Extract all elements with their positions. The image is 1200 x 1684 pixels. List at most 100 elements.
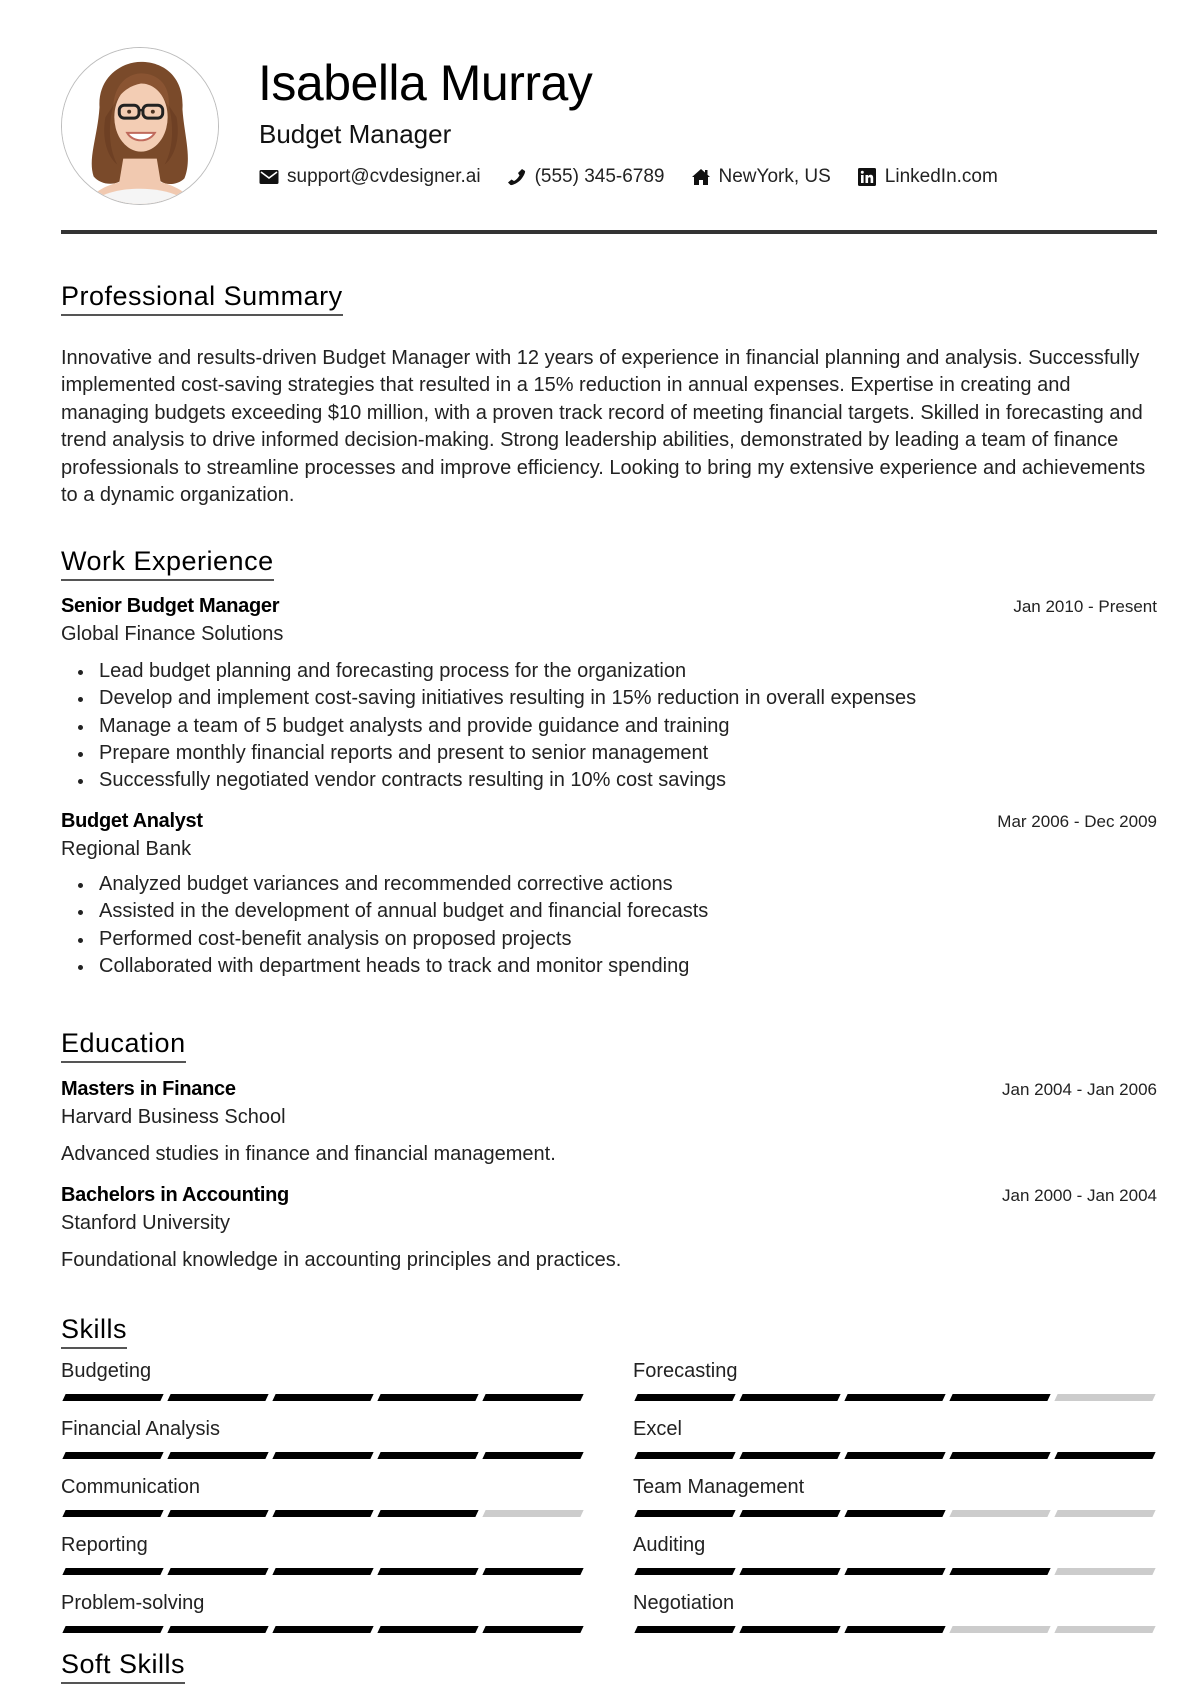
skill-name: Reporting [61,1533,148,1556]
skill-name: Communication [61,1475,200,1498]
skill-segment-filled [634,1451,736,1459]
skill-segment-filled [739,1625,841,1633]
contact-email-text: support@cvdesigner.ai [287,166,481,187]
contact-phone[interactable]: (555) 345-6789 [507,166,665,188]
skill-segment-empty [949,1625,1051,1633]
skill-item: Auditing [633,1535,1157,1593]
skill-segment-filled [272,1451,374,1459]
job-entry: Budget Analyst Mar 2006 - Dec 2009 Regio… [61,810,1157,981]
skill-segment-filled [272,1567,374,1575]
skill-name: Financial Analysis [61,1417,220,1440]
job-bullet: Assisted in the development of annual bu… [61,898,1157,925]
job-header: Senior Budget Manager Jan 2010 - Present [61,595,1157,618]
education-dates: Jan 2004 - Jan 2006 [1001,1079,1157,1099]
skill-segment-empty [1054,1509,1156,1517]
skill-level-bar [61,1393,585,1401]
skill-level-bar [61,1509,585,1517]
education-school: Harvard Business School [61,1105,286,1128]
job-header: Budget Analyst Mar 2006 - Dec 2009 [61,810,1157,833]
soft-skills-section: Soft Skills [61,1649,1157,1684]
skill-segment-filled [482,1451,584,1459]
skill-segment-filled [634,1393,736,1401]
skill-item: Team Management [633,1477,1157,1535]
experience-section: Work Experience Senior Budget Manager Ja… [61,546,1157,981]
summary-heading: Professional Summary [61,281,343,316]
education-degree: Masters in Finance [61,1077,236,1100]
skill-segment-filled [272,1625,374,1633]
skill-level-bar [633,1625,1157,1633]
job-bullet: Performed cost-benefit analysis on propo… [61,926,1157,953]
skill-segment-filled [844,1393,946,1401]
header-divider [61,230,1157,234]
skill-segment-filled [482,1567,584,1575]
skill-segment-filled [62,1509,164,1517]
skills-heading: Skills [61,1314,128,1349]
skill-segment-filled [167,1625,269,1633]
skills-section: Skills Budgeting Forecasting Financial Ana… [61,1314,1157,1651]
contact-phone-text: (555) 345-6789 [534,166,665,187]
job-bullet: Analyzed budget variances and recommende… [61,871,1157,898]
skill-segment-filled [62,1625,164,1633]
contact-linkedin[interactable]: LinkedIn.com [857,166,998,188]
education-entry: Masters in Finance Jan 2004 - Jan 2006 H… [61,1078,1157,1166]
skill-item: Problem-solving [61,1593,585,1651]
home-icon [691,168,711,186]
skill-segment-filled [377,1393,479,1401]
skill-name: Budgeting [61,1359,152,1382]
skill-segment-filled [62,1393,164,1401]
profile-photo-illustration [62,48,218,204]
envelope-icon [259,168,279,186]
skill-segment-filled [1054,1451,1156,1459]
soft-skills-heading: Soft Skills [61,1649,186,1684]
candidate-title: Budget Manager [259,119,452,149]
summary-section: Professional Summary Innovative and resu… [61,281,1157,510]
skill-name: Forecasting [633,1359,738,1382]
skill-segment-filled [377,1625,479,1633]
experience-heading: Work Experience [61,546,274,581]
job-dates: Mar 2006 - Dec 2009 [997,811,1157,831]
job-role: Budget Analyst [61,809,203,832]
skill-segment-filled [377,1509,479,1517]
skill-segment-filled [62,1451,164,1459]
skill-item: Communication [61,1477,585,1535]
contact-email[interactable]: support@cvdesigner.ai [259,166,481,188]
skill-name: Auditing [633,1533,706,1556]
skill-segment-filled [482,1393,584,1401]
skill-item: Reporting [61,1535,585,1593]
skill-level-bar [61,1451,585,1459]
education-description: Advanced studies in finance and financia… [61,1142,556,1165]
education-degree: Bachelors in Accounting [61,1183,289,1206]
education-heading: Education [61,1028,186,1063]
skill-item: Forecasting [633,1361,1157,1419]
skill-segment-filled [377,1567,479,1575]
skill-segment-filled [272,1509,374,1517]
skill-segment-filled [482,1625,584,1633]
job-bullet: Collaborated with department heads to tr… [61,953,1157,980]
skill-name: Negotiation [633,1591,735,1614]
skill-item: Excel [633,1419,1157,1477]
skills-grid: Budgeting Forecasting Financial Analysis Ex… [61,1361,1157,1651]
skill-segment-filled [844,1625,946,1633]
skill-segment-filled [167,1509,269,1517]
skill-segment-empty [1054,1393,1156,1401]
skill-segment-filled [844,1451,946,1459]
skill-segment-empty [1054,1567,1156,1575]
skill-segment-filled [739,1393,841,1401]
skill-level-bar [61,1625,585,1633]
education-section: Education Masters in Finance Jan 2004 - … [61,1028,1157,1272]
skill-level-bar [61,1567,585,1575]
education-entry: Bachelors in Accounting Jan 2000 - Jan 2… [61,1184,1157,1272]
skill-segment-filled [949,1393,1051,1401]
job-bullets: Lead budget planning and forecasting pro… [61,658,1157,795]
contact-location-text: NewYork, US [718,166,831,187]
job-bullet: Develop and implement cost-saving initia… [61,685,1157,712]
job-role: Senior Budget Manager [61,594,280,617]
skill-name: Excel [633,1417,682,1440]
skill-segment-filled [634,1625,736,1633]
skill-segment-empty [949,1509,1051,1517]
job-bullet: Manage a team of 5 budget analysts and p… [61,713,1157,740]
summary-text: Innovative and results-driven Budget Man… [61,346,1146,507]
skill-level-bar [633,1451,1157,1459]
skill-segment-filled [167,1451,269,1459]
job-company: Global Finance Solutions [61,622,284,645]
